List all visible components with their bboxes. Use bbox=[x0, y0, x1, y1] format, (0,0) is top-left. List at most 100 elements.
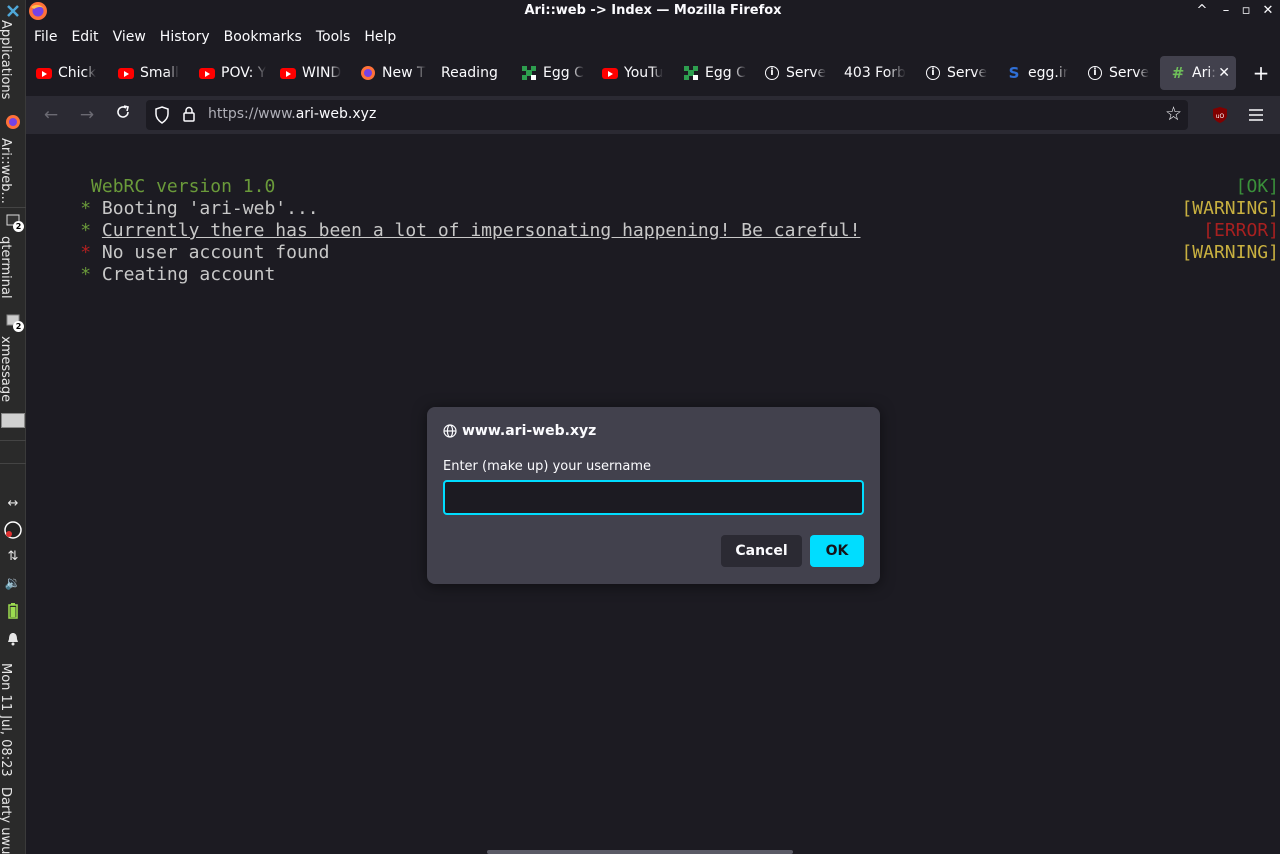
tab[interactable]: POV: Y bbox=[189, 56, 269, 90]
tab-label: egg.ir bbox=[1028, 65, 1069, 81]
menu-view[interactable]: View bbox=[113, 29, 146, 45]
tab-strip: Chick Small POV: Y WIND New T Reading Eg… bbox=[26, 52, 1280, 94]
ok-button[interactable]: OK bbox=[810, 535, 864, 567]
tab-label: Reading bbox=[441, 65, 498, 81]
tab-label: New T bbox=[382, 65, 426, 81]
tab[interactable]: Chick bbox=[26, 56, 106, 90]
xmessage-window-icon[interactable]: 2 bbox=[3, 310, 24, 332]
clock[interactable]: Mon 11 Jul, 08:23 bbox=[0, 663, 13, 777]
tab[interactable]: Reading bbox=[431, 56, 511, 90]
pixel-icon bbox=[683, 65, 699, 81]
youtube-icon bbox=[280, 65, 296, 81]
terminal-window-icon[interactable]: 2 bbox=[3, 210, 24, 232]
lock-icon[interactable] bbox=[182, 106, 196, 122]
horizontal-scrollbar[interactable] bbox=[487, 850, 793, 854]
window-keep-above-icon[interactable]: ^ bbox=[1192, 1, 1212, 21]
network-icon[interactable]: ⇅ bbox=[3, 546, 23, 566]
tab-label: Serve bbox=[1109, 65, 1150, 81]
menu-help[interactable]: Help bbox=[364, 29, 396, 45]
bell-icon[interactable] bbox=[3, 629, 23, 649]
desktop-pager[interactable] bbox=[1, 413, 25, 428]
tab[interactable]: Small bbox=[108, 56, 188, 90]
applications-icon[interactable] bbox=[3, 1, 23, 21]
tab[interactable]: YouTu bbox=[592, 56, 672, 90]
terminal-count-badge: 2 bbox=[13, 221, 24, 232]
terminal-line: WebRC version 1.0 bbox=[26, 154, 1280, 197]
pixel-icon bbox=[521, 65, 537, 81]
tab[interactable]: New T bbox=[350, 56, 430, 90]
xmessage-count-badge: 2 bbox=[13, 321, 24, 332]
window-maximize-icon[interactable]: ▫ bbox=[1236, 1, 1256, 21]
tab[interactable]: 403 Forb bbox=[834, 56, 914, 90]
tab[interactable]: Segg.ir bbox=[996, 56, 1076, 90]
menu-bar: File Edit View History Bookmarks Tools H… bbox=[26, 22, 1280, 52]
tab[interactable]: Egg C bbox=[511, 56, 591, 90]
taskbar-window-firefox[interactable]: Ari::web... bbox=[0, 138, 13, 204]
username-input[interactable] bbox=[443, 480, 864, 515]
status-badge: [WARNING] bbox=[1181, 198, 1279, 219]
window-close-icon[interactable]: ✕ bbox=[1258, 1, 1278, 21]
info-icon: i bbox=[1087, 65, 1103, 81]
s-icon: S bbox=[1008, 64, 1020, 82]
terminal-line: * Creating account [WARNING] bbox=[26, 242, 1280, 285]
back-arrow-icon[interactable]: ← bbox=[40, 104, 62, 126]
prompt-dialog: www.ari-web.xyz Enter (make up) your use… bbox=[427, 407, 880, 584]
tab-label: YouTu bbox=[624, 65, 664, 81]
tab-label: WIND bbox=[302, 65, 342, 81]
window-titlebar[interactable]: Ari::web -> Index — Mozilla Firefox ^ – … bbox=[26, 0, 1280, 22]
menu-file[interactable]: File bbox=[34, 29, 57, 45]
terminal-line: * No user account found [ERROR] bbox=[26, 220, 1280, 263]
tab[interactable]: i Serve bbox=[1077, 56, 1157, 90]
window-minimize-icon[interactable]: – bbox=[1216, 1, 1236, 21]
tab-label: POV: Y bbox=[221, 65, 267, 81]
volume-icon[interactable]: 🔉 bbox=[3, 573, 23, 593]
menu-tools[interactable]: Tools bbox=[316, 29, 351, 45]
taskbar-window-xmessage[interactable]: xmessage bbox=[0, 336, 13, 402]
tab-label: Egg C bbox=[705, 65, 746, 81]
svg-text:uO: uO bbox=[1216, 113, 1225, 120]
forward-arrow-icon[interactable]: → bbox=[76, 104, 98, 126]
status-badge: [ERROR] bbox=[1203, 220, 1279, 241]
window-title: Ari::web -> Index — Mozilla Firefox bbox=[524, 3, 782, 18]
firefox-window-icon[interactable] bbox=[3, 112, 23, 132]
user-label: Darty uwu bbox=[0, 787, 13, 854]
youtube-icon bbox=[36, 65, 52, 81]
taskbar-panel: Applications Ari::web... 2 qterminal 2 x… bbox=[0, 0, 26, 854]
line-bullet: * bbox=[80, 264, 92, 285]
info-icon: i bbox=[764, 65, 780, 81]
new-tab-button[interactable]: + bbox=[1250, 62, 1272, 84]
tab-label: Small bbox=[140, 65, 179, 81]
youtube-icon bbox=[602, 65, 618, 81]
applications-menu[interactable]: Applications bbox=[0, 20, 13, 99]
bookmark-star-icon[interactable]: ☆ bbox=[1165, 103, 1182, 125]
tab-label: 403 Forb bbox=[844, 65, 906, 81]
tab[interactable]: WIND bbox=[270, 56, 350, 90]
menu-bookmarks[interactable]: Bookmarks bbox=[224, 29, 302, 45]
obs-icon[interactable] bbox=[3, 520, 23, 540]
tab[interactable]: Egg C bbox=[673, 56, 753, 90]
tracking-protection-shield-icon[interactable] bbox=[154, 106, 170, 124]
menu-edit[interactable]: Edit bbox=[71, 29, 98, 45]
battery-icon[interactable] bbox=[3, 601, 23, 621]
url-domain: ari-web.xyz bbox=[295, 106, 377, 122]
tab[interactable]: i Serve bbox=[754, 56, 834, 90]
taskbar-divider bbox=[0, 463, 26, 464]
arrows-icon[interactable]: ↔ bbox=[3, 493, 23, 513]
cancel-button[interactable]: Cancel bbox=[721, 535, 802, 567]
close-tab-icon[interactable]: ✕ bbox=[1218, 65, 1230, 81]
terminal-line: * Booting 'ari-web'... [OK] bbox=[26, 176, 1280, 219]
tab-active[interactable]: # Ari: ✕ bbox=[1160, 56, 1236, 90]
menu-history[interactable]: History bbox=[160, 29, 210, 45]
tab-label: Serve bbox=[947, 65, 988, 81]
taskbar-divider bbox=[0, 207, 26, 208]
dialog-host-text: www.ari-web.xyz bbox=[462, 423, 597, 439]
url-bar[interactable]: https://www.ari-web.xyz ☆ bbox=[146, 100, 1188, 130]
url-prefix: https://www. bbox=[208, 106, 296, 122]
hamburger-menu-icon[interactable] bbox=[1246, 105, 1266, 125]
ublock-origin-icon[interactable]: uO bbox=[1212, 106, 1228, 124]
tab[interactable]: i Serve bbox=[915, 56, 995, 90]
taskbar-window-qterminal[interactable]: qterminal bbox=[0, 236, 13, 299]
reload-icon[interactable] bbox=[112, 104, 134, 126]
taskbar-divider bbox=[0, 440, 26, 441]
url-text[interactable]: https://www.ari-web.xyz bbox=[208, 106, 376, 122]
